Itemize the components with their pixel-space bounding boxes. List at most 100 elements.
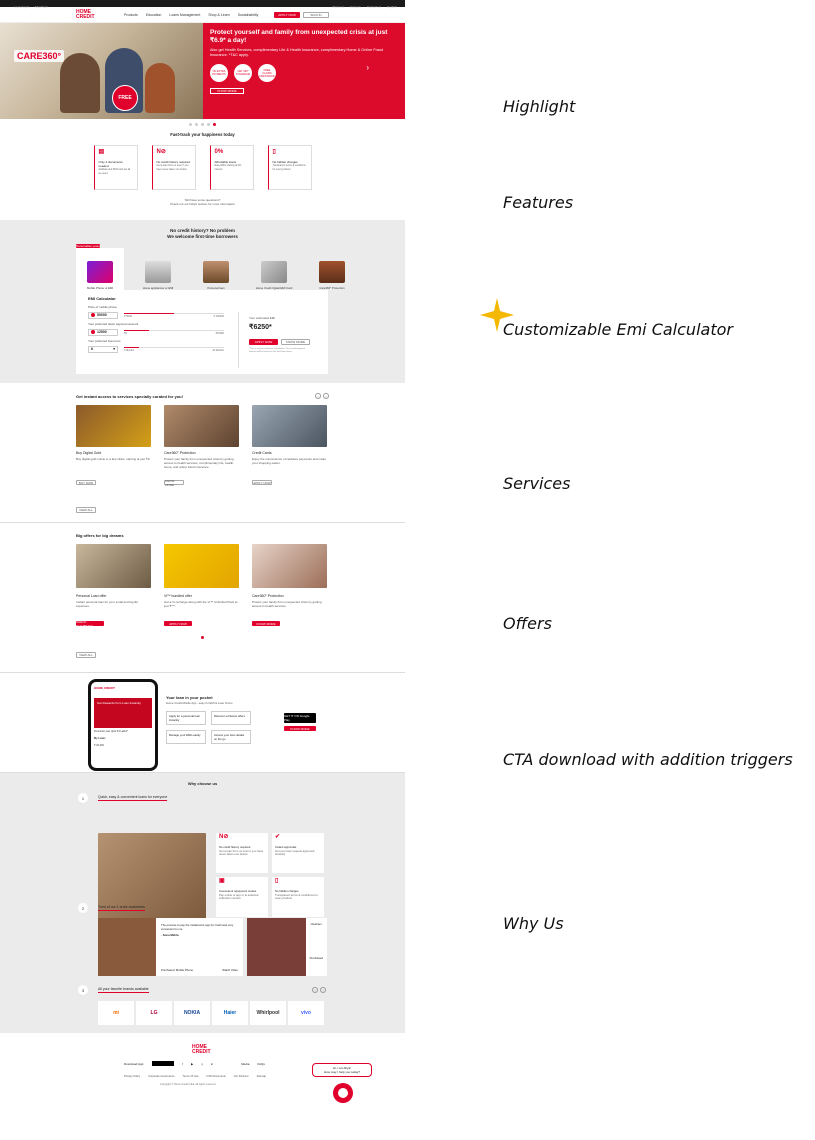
annotation-label: Why Us xyxy=(503,914,564,933)
topbar-link[interactable]: Merchant xyxy=(35,5,48,9)
why-us-section: Why choose us 1 Quick, easy & convenient… xyxy=(0,773,405,1033)
hero-know-more-button[interactable]: KNOW MORE xyxy=(210,88,244,94)
chevron-left-icon[interactable]: ‹ xyxy=(312,987,318,993)
chevron-right-icon[interactable]: › xyxy=(323,393,329,399)
brand-logo[interactable]: Whirlpool xyxy=(250,1001,286,1025)
service-title: Credit Cards xyxy=(252,451,272,455)
testimonial-card[interactable]: The process to pay the instalments app f… xyxy=(98,918,243,976)
nav-item[interactable]: Loans Management xyxy=(169,13,200,17)
offer-card[interactable]: Vi™ bundled offer Get a Vi recharge along… xyxy=(164,544,239,626)
testimonial-card[interactable]: - Resham Purchased xyxy=(247,918,327,976)
app-know-more-button[interactable]: KNOW MORE xyxy=(284,726,316,731)
linkedin-icon[interactable]: in xyxy=(211,1062,213,1066)
down-payment-slider[interactable]: ₹0 ₹15000 xyxy=(124,328,224,336)
footer-link[interactable]: Media xyxy=(241,1062,249,1066)
footer-logo[interactable]: HOME CREDIT xyxy=(192,1045,214,1055)
facebook-icon[interactable]: f xyxy=(182,1062,183,1066)
know-more-button[interactable]: KNOW MORE xyxy=(252,621,280,626)
phone-banner: Get Rewards from Loan Instantly xyxy=(94,698,152,728)
topbar-link[interactable]: English xyxy=(387,5,397,9)
know-more-button[interactable]: KNOW MORE xyxy=(164,479,184,487)
emi-section: No credit history? No problem We welcome … xyxy=(0,220,405,383)
nav-item[interactable]: Products xyxy=(124,13,138,17)
offer-title: Vi™ bundled offer xyxy=(164,594,192,598)
chevron-left-icon[interactable]: ‹ xyxy=(315,393,321,399)
home-credit-logo[interactable]: HOME CREDIT xyxy=(76,9,98,20)
chevron-right-icon[interactable]: › xyxy=(366,63,369,72)
why-feature-desc: Get your loan request approved instantly xyxy=(275,848,315,856)
service-card[interactable]: Buy Digital Gold Buy digital gold online … xyxy=(76,405,151,485)
no-hidden-icon: ▯ xyxy=(272,149,276,155)
tab-mobile-phone[interactable]: Mobile Phone or EMI xyxy=(76,248,124,292)
service-card[interactable]: Care360° Protection Protect your family f… xyxy=(164,405,239,487)
sign-in-button[interactable]: SIGN IN xyxy=(303,11,329,18)
view-all-button[interactable]: VIEW ALL xyxy=(76,507,96,513)
apply-now-button[interactable]: APPLY NOW xyxy=(252,480,272,485)
why-feature-desc: Get a loan from us even if you have neve… xyxy=(219,848,264,856)
topbar-link[interactable]: Careers xyxy=(350,5,361,9)
hero-banner[interactable]: CARE360° FREE Protect yourself and famil… xyxy=(0,23,405,119)
feature-desc: Get a loan from us even if you have neve… xyxy=(156,164,189,171)
footer-link[interactable]: Terms Of Use xyxy=(183,1075,199,1078)
google-play-badge[interactable]: GET IT ON Google Play xyxy=(284,713,316,723)
emi-know-more-button[interactable]: KNOW MORE xyxy=(280,339,310,345)
feature-card: ▯ No hidden charges Transparent terms & co… xyxy=(267,145,312,190)
tenure-slider[interactable]: 3 Months 24 Months xyxy=(124,345,224,353)
offer-card[interactable]: Care360° Protection Protect your family f… xyxy=(252,544,327,626)
price-slider[interactable]: ₹ 5000 ₹ 100000 xyxy=(124,311,224,319)
customer-photo xyxy=(247,918,306,976)
app-feature: Apply for a personal loan instantly xyxy=(166,711,206,725)
download-label: Download App: xyxy=(124,1061,145,1066)
youtube-icon[interactable]: ▶ xyxy=(191,1062,193,1066)
topbar-link[interactable]: Loan Agent xyxy=(14,5,29,9)
brand-logo[interactable]: LG xyxy=(136,1001,172,1025)
copyright: Copyright © Home Credit India. All right… xyxy=(160,1083,217,1086)
price-input[interactable]: 50000 xyxy=(88,311,118,319)
footer-link[interactable]: Privacy Policy xyxy=(124,1075,140,1078)
brand-logo[interactable]: mi xyxy=(98,1001,134,1025)
google-play-badge[interactable] xyxy=(152,1061,175,1066)
emi-apply-button[interactable]: APPLY NOW xyxy=(249,339,278,345)
twitter-icon[interactable]: y xyxy=(201,1062,203,1066)
footer-link[interactable]: CSR Documents xyxy=(206,1075,225,1078)
offer-desc: Get a Vi recharge along with the Vi™ Unl… xyxy=(164,600,238,608)
apply-now-button[interactable]: APPLY NOW xyxy=(274,11,300,18)
nav-item[interactable]: Sustainability xyxy=(238,13,259,17)
hero-family-photo xyxy=(0,23,203,119)
topbar-link[interactable]: About us xyxy=(332,5,344,9)
buy-now-button[interactable]: BUY NOW xyxy=(76,480,96,485)
chatbot-icon[interactable] xyxy=(333,1083,353,1103)
tab-care360[interactable]: Care360° Protection xyxy=(308,248,356,292)
brand-logo[interactable]: Haier xyxy=(212,1001,248,1025)
check-eligibility-button[interactable]: CHECK ELIGIBILITY xyxy=(76,620,104,628)
faq-note: Still have some questions? Check out our … xyxy=(0,198,405,206)
calculator-title: EMI Calculator xyxy=(88,296,116,301)
footer-link[interactable]: FAQs xyxy=(257,1062,265,1066)
carousel-dots[interactable] xyxy=(0,123,405,126)
faq-link[interactable]: Check out our FAQs section for more info… xyxy=(0,202,405,206)
price-label: Price of mobile phone xyxy=(88,305,118,309)
tab-emi-card[interactable]: Home Credit Ujjwal EMI Card xyxy=(250,248,298,292)
watch-video-link[interactable]: Watch Video xyxy=(222,968,238,972)
apply-now-button[interactable]: APPLY NOW xyxy=(164,621,192,626)
footer-link[interactable]: Our Partners xyxy=(234,1075,249,1078)
emi-subtitle: We welcome first-time borrowers xyxy=(167,234,238,239)
chevron-right-icon[interactable]: › xyxy=(320,987,326,993)
topbar-link[interactable]: Contact us xyxy=(367,5,381,9)
tenure-select[interactable]: 6 ▾ xyxy=(88,345,118,353)
footer-link[interactable]: Sitemap xyxy=(257,1075,267,1078)
brand-logo[interactable]: NOKIA xyxy=(174,1001,210,1025)
footer-link[interactable]: Corporate Governance xyxy=(148,1075,174,1078)
tab-home-appliances[interactable]: Home appliances or EMI xyxy=(134,248,182,292)
view-all-button[interactable]: VIEW ALL xyxy=(76,652,96,658)
offer-card[interactable]: Personal Loan offer Instant personal loan… xyxy=(76,544,151,628)
nav-item[interactable]: Shop & Learn xyxy=(208,13,229,17)
service-card[interactable]: Credit Cards Enjoy the convenience of cas… xyxy=(252,405,327,485)
down-payment-input[interactable]: 12500 xyxy=(88,328,118,336)
brand-logo[interactable]: vivo xyxy=(288,1001,324,1025)
service-title: Buy Digital Gold xyxy=(76,451,102,455)
nav-item[interactable]: Education xyxy=(146,13,162,17)
tab-personal-loan[interactable]: Personal loan xyxy=(192,248,240,292)
chat-bubble[interactable]: Hi, I am Riya! How may I help you today? xyxy=(312,1063,372,1077)
app-title: Your loan in your pocket xyxy=(166,695,213,700)
